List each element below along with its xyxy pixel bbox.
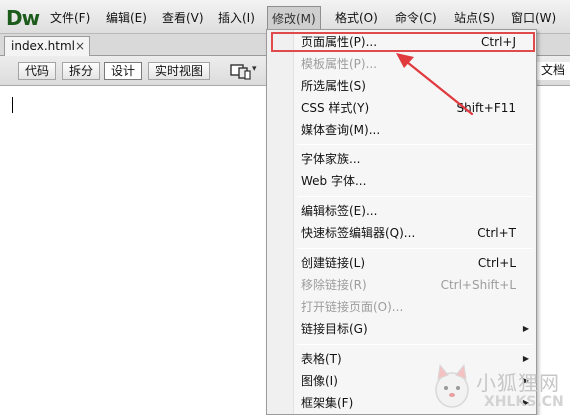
menu-item-shortcut: Ctrl+T <box>477 226 516 240</box>
menu-item-label: 编辑标签(E)... <box>301 204 378 218</box>
menu-item-label: 模板属性(P)... <box>301 57 378 71</box>
menu-item-label: 图像(I) <box>301 374 338 388</box>
menu-site[interactable]: 站点(S) <box>450 8 499 28</box>
split-view-button[interactable]: 拆分 <box>62 62 101 80</box>
menu-separator <box>297 196 533 197</box>
menu-item-label: 打开链接页面(O)... <box>301 300 404 314</box>
menu-format[interactable]: 格式(O) <box>331 8 382 28</box>
fox-logo-icon <box>435 363 469 408</box>
submenu-arrow-icon: ▶ <box>522 324 529 333</box>
menu-item-label: 字体家族... <box>301 152 361 166</box>
app-logo: Dw <box>6 6 40 30</box>
menu-item-shortcut: Ctrl+L <box>477 256 516 270</box>
code-view-button[interactable]: 代码 <box>18 62 57 80</box>
menu-item-label: 快速标签编辑器(Q)... <box>301 226 416 240</box>
menu-item-quick-tag-editor[interactable]: 快速标签编辑器(Q)... Ctrl+T <box>268 222 536 244</box>
close-tab-icon[interactable]: × <box>75 37 85 56</box>
menu-item-label: 媒体查询(M)... <box>301 123 381 137</box>
document-tab-label: index.html <box>11 39 75 53</box>
menu-item-label: 框架集(F) <box>301 396 354 410</box>
menu-separator <box>297 144 533 145</box>
menu-item-label: 链接目标(G) <box>301 322 368 336</box>
menu-item-web-fonts[interactable]: Web 字体... <box>268 170 536 192</box>
menu-separator <box>297 344 533 345</box>
watermark-name: 小狐狸网 <box>476 371 560 395</box>
menu-commands[interactable]: 命令(C) <box>391 8 441 28</box>
document-title-field[interactable]: 文档 <box>536 62 570 80</box>
menu-item-label: 表格(T) <box>301 352 342 366</box>
menu-separator <box>297 248 533 249</box>
menu-item-link-target[interactable]: 链接目标(G) ▶ <box>268 318 536 340</box>
menu-item-shortcut: Ctrl+Shift+L <box>440 278 516 292</box>
menu-item-remove-link[interactable]: 移除链接(R) Ctrl+Shift+L <box>268 274 536 296</box>
menu-item-open-linked-page[interactable]: 打开链接页面(O)... <box>268 296 536 318</box>
menu-window[interactable]: 窗口(W) <box>507 8 560 28</box>
watermark: 小狐狸网 XHLKS.CN <box>428 362 570 415</box>
live-view-button[interactable]: 实时视图 <box>148 62 211 80</box>
menu-view[interactable]: 查看(V) <box>158 8 208 28</box>
menu-edit[interactable]: 编辑(E) <box>102 8 151 28</box>
menu-item-label: Web 字体... <box>301 174 367 188</box>
menu-item-label: CSS 样式(Y) <box>301 101 370 115</box>
menu-item-edit-tag[interactable]: 编辑标签(E)... <box>268 200 536 222</box>
design-view-button[interactable]: 设计 <box>104 62 143 80</box>
menu-item-font-families[interactable]: 字体家族... <box>268 148 536 170</box>
menu-item-label: 移除链接(R) <box>301 278 367 292</box>
menu-item-make-link[interactable]: 创建链接(L) Ctrl+L <box>268 252 536 274</box>
annotation-arrow-icon <box>396 53 474 116</box>
document-tab[interactable]: index.html × <box>4 36 90 56</box>
menu-insert[interactable]: 插入(I) <box>214 8 259 28</box>
multiscreen-icon[interactable] <box>230 62 252 80</box>
chevron-down-icon[interactable]: ▾ <box>252 64 257 74</box>
text-cursor <box>12 97 13 113</box>
menu-file[interactable]: 文件(F) <box>46 8 94 28</box>
menu-item-media-queries[interactable]: 媒体查询(M)... <box>268 119 536 141</box>
menu-modify[interactable]: 修改(M) <box>267 6 321 30</box>
watermark-site: XHLKS.CN <box>484 394 564 410</box>
menu-item-label: 创建链接(L) <box>301 256 366 270</box>
menu-item-label: 所选属性(S) <box>301 79 366 93</box>
